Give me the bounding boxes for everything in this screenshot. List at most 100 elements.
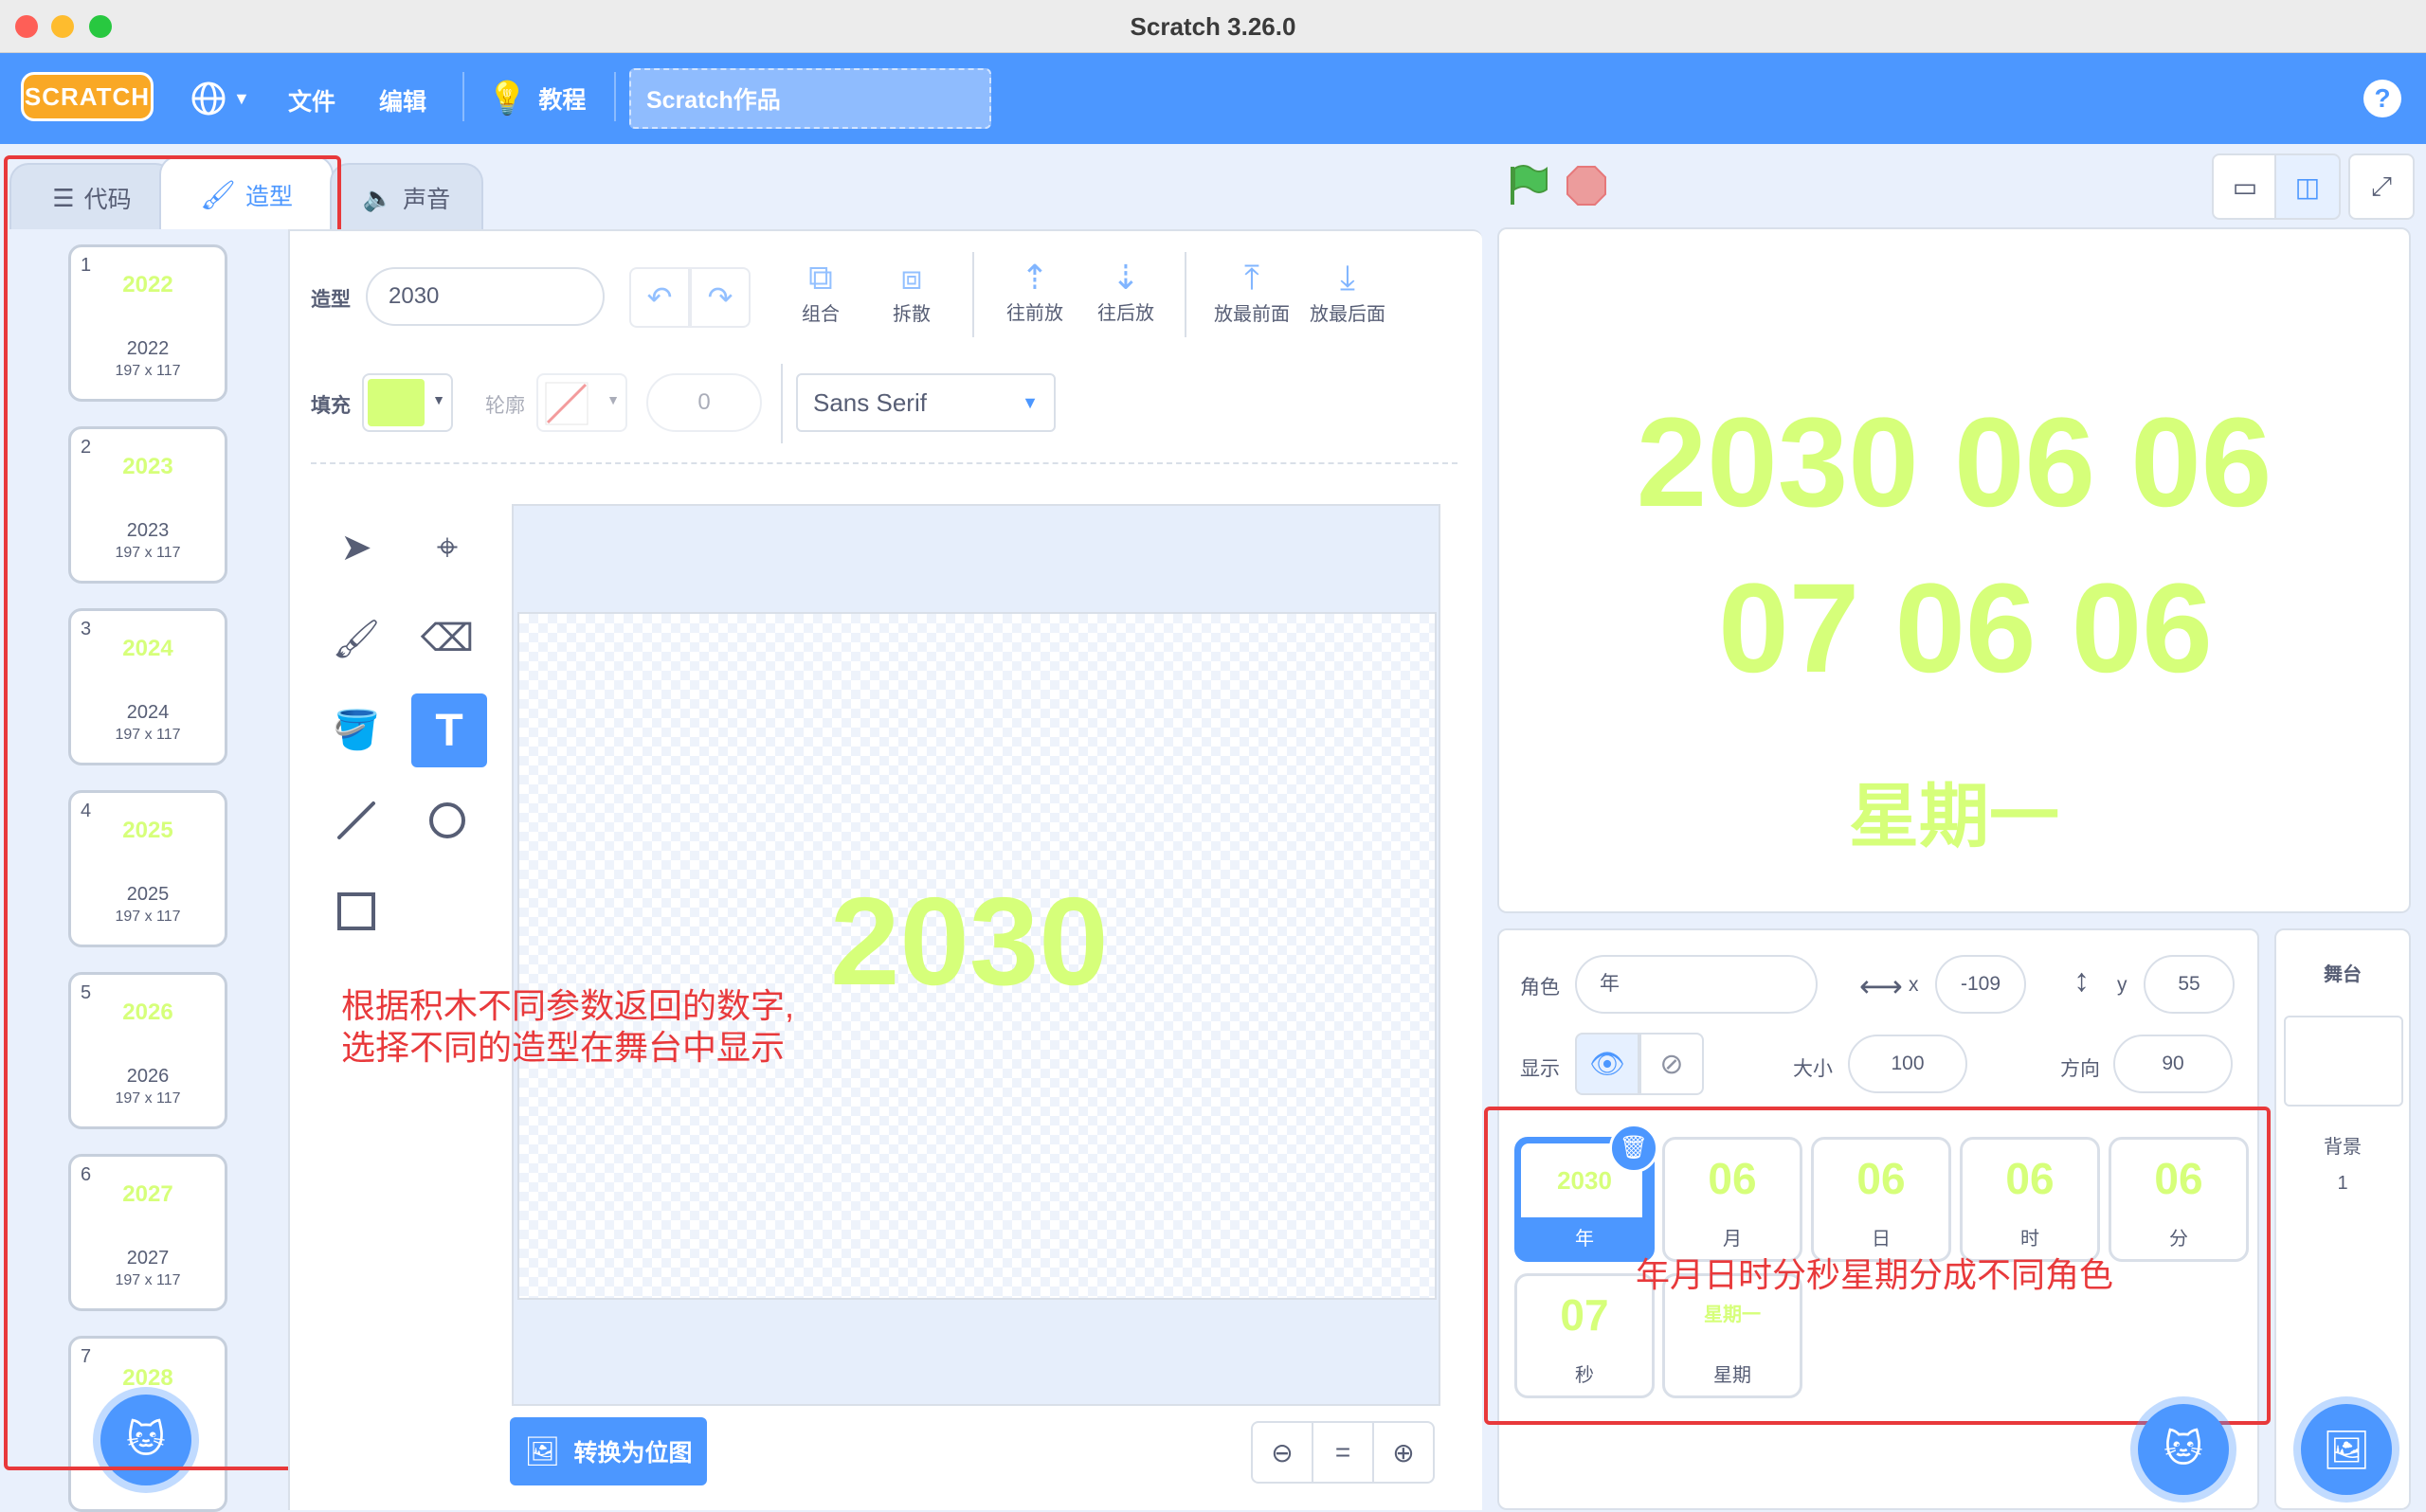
- green-flag-button[interactable]: [1503, 161, 1552, 210]
- edit-menu[interactable]: 编辑: [379, 83, 426, 117]
- forward-label: 往前放: [1006, 303, 1063, 324]
- zoom-reset-button[interactable]: =: [1312, 1421, 1374, 1484]
- backdrop-count: 1: [2337, 1173, 2348, 1194]
- select-tool[interactable]: ➤: [332, 523, 381, 572]
- project-title-input[interactable]: Scratch作品: [629, 68, 991, 129]
- y-input[interactable]: 55: [2144, 955, 2235, 1014]
- size-value: 100: [1891, 1053, 1925, 1074]
- toolbar-divider: [972, 252, 974, 337]
- fullscreen-button[interactable]: ⤢: [2348, 153, 2415, 220]
- zoom-reset-icon: =: [1334, 1437, 1351, 1467]
- chevron-down-icon: ▼: [1022, 393, 1039, 412]
- convert-to-bitmap-button[interactable]: 🖼 转换为位图: [510, 1417, 707, 1485]
- rectangle-tool[interactable]: [334, 889, 379, 934]
- redo-button[interactable]: ↷: [690, 267, 751, 328]
- paint-canvas-area[interactable]: 2030: [512, 504, 1440, 1406]
- zoom-in-button[interactable]: ⊕: [1372, 1421, 1435, 1484]
- paint-canvas[interactable]: 2030: [517, 612, 1437, 1300]
- sprite-name-value: 年: [1600, 973, 1620, 995]
- direction-input[interactable]: 90: [2113, 1035, 2233, 1093]
- outline-color-picker[interactable]: ▼: [536, 373, 627, 432]
- eye-slash-icon: ⊘: [1659, 1048, 1684, 1080]
- tab-sounds[interactable]: 🔈 声音: [330, 163, 483, 231]
- costume-name-input[interactable]: 2030: [366, 267, 605, 326]
- file-menu[interactable]: 文件: [288, 83, 335, 117]
- arrow-down-icon: ⇣: [1111, 258, 1141, 297]
- front-icon: ⤒: [1244, 258, 1259, 297]
- x-value: -109: [1960, 973, 2001, 995]
- fill-color-swatch: [368, 379, 425, 426]
- redo-icon: ↷: [707, 280, 733, 315]
- help-icon: ?: [2374, 83, 2391, 113]
- costume-annotation-line1: 根据积木不同参数返回的数字,: [341, 986, 795, 1025]
- size-label: 大小: [1793, 1058, 1833, 1080]
- show-visible-button[interactable]: 👁: [1575, 1033, 1639, 1095]
- reshape-tool[interactable]: ⌖: [423, 523, 472, 572]
- fill-color-picker[interactable]: ▼: [362, 373, 453, 432]
- menu-divider: [462, 72, 464, 121]
- outline-width-value: 0: [697, 389, 711, 415]
- scratch-logo[interactable]: SCRATCH: [21, 72, 154, 121]
- eraser-icon: ⌫: [420, 618, 475, 659]
- toolbar-divider: [781, 364, 783, 443]
- convert-to-bitmap-label: 转换为位图: [573, 1440, 693, 1467]
- line-tool[interactable]: [334, 798, 379, 843]
- small-stage-button[interactable]: ▭: [2212, 153, 2278, 220]
- toolbar-divider: [1185, 252, 1186, 337]
- fill-label: 填充: [311, 395, 351, 417]
- outline-width-input[interactable]: 0: [646, 373, 762, 432]
- stage-thumbnail[interactable]: [2284, 1016, 2403, 1107]
- canvas-text[interactable]: 2030: [830, 870, 1109, 1013]
- choose-backdrop-button[interactable]: 🖼: [2301, 1404, 2392, 1495]
- show-hidden-button[interactable]: ⊘: [1639, 1033, 1704, 1095]
- choose-sprite-button[interactable]: 🐱: [2138, 1404, 2229, 1495]
- fullscreen-icon: ⤢: [2370, 171, 2393, 201]
- size-input[interactable]: 100: [1848, 1035, 1967, 1093]
- brush-icon: 🖌: [332, 618, 381, 660]
- brush-tool[interactable]: 🖌: [332, 614, 381, 663]
- bring-to-front-button[interactable]: ⤒ 放最前面: [1211, 258, 1293, 326]
- chevron-down-icon: ▼: [606, 392, 620, 407]
- help-button[interactable]: ?: [2363, 80, 2401, 117]
- x-input[interactable]: -109: [1935, 955, 2026, 1014]
- costume-annotation-line2: 选择不同的造型在舞台中显示: [341, 1028, 786, 1067]
- stage-weekday-line: 星期一: [1849, 777, 2059, 855]
- circle-tool[interactable]: [425, 798, 470, 843]
- costume-name-value: 2030: [389, 283, 440, 309]
- stage-canvas[interactable]: 2030 06 06 07 06 06 星期一: [1497, 227, 2411, 913]
- project-title-text: Scratch作品: [646, 87, 781, 114]
- tutorials-label: 教程: [538, 87, 587, 114]
- sprite-list-highlight: [1484, 1107, 2271, 1425]
- zoom-out-icon: ⊖: [1271, 1437, 1294, 1467]
- x-label: x: [1909, 974, 1919, 996]
- globe-icon: [191, 81, 226, 116]
- y-value: 55: [2178, 973, 2200, 995]
- scratch-logo-text: SCRATCH: [24, 81, 151, 111]
- language-menu-button[interactable]: ▼: [190, 76, 260, 121]
- lightbulb-icon: 💡: [487, 81, 528, 117]
- fill-tool[interactable]: 🪣: [332, 705, 381, 754]
- ungroup-button[interactable]: ⧈ 拆散: [881, 258, 942, 326]
- circle-icon: [429, 802, 465, 838]
- large-stage-button[interactable]: ◫: [2274, 153, 2341, 220]
- eraser-tool[interactable]: ⌫: [420, 614, 475, 663]
- reshape-icon: ⌖: [436, 526, 459, 568]
- stop-icon: [1566, 166, 1606, 206]
- group-label: 组合: [802, 304, 840, 325]
- undo-button[interactable]: ↶: [629, 267, 690, 328]
- font-select[interactable]: Sans Serif ▼: [796, 373, 1056, 432]
- sprite-name-input[interactable]: 年: [1575, 955, 1818, 1014]
- window-title: Scratch 3.26.0: [1130, 12, 1296, 41]
- stop-button[interactable]: [1566, 165, 1607, 207]
- direction-value: 90: [2162, 1053, 2184, 1074]
- backward-button[interactable]: ⇣ 往后放: [1092, 258, 1160, 325]
- text-tool[interactable]: T: [411, 693, 487, 767]
- send-to-back-button[interactable]: ⤓ 放最后面: [1304, 258, 1391, 326]
- menu-divider: [614, 72, 616, 121]
- group-button[interactable]: ⧉ 组合: [790, 258, 851, 326]
- group-icon: ⧉: [808, 258, 833, 297]
- tutorials-menu[interactable]: 💡 教程: [487, 76, 586, 121]
- ungroup-icon: ⧈: [900, 258, 923, 297]
- zoom-out-button[interactable]: ⊖: [1251, 1421, 1313, 1484]
- forward-button[interactable]: ⇡ 往前放: [1001, 258, 1069, 325]
